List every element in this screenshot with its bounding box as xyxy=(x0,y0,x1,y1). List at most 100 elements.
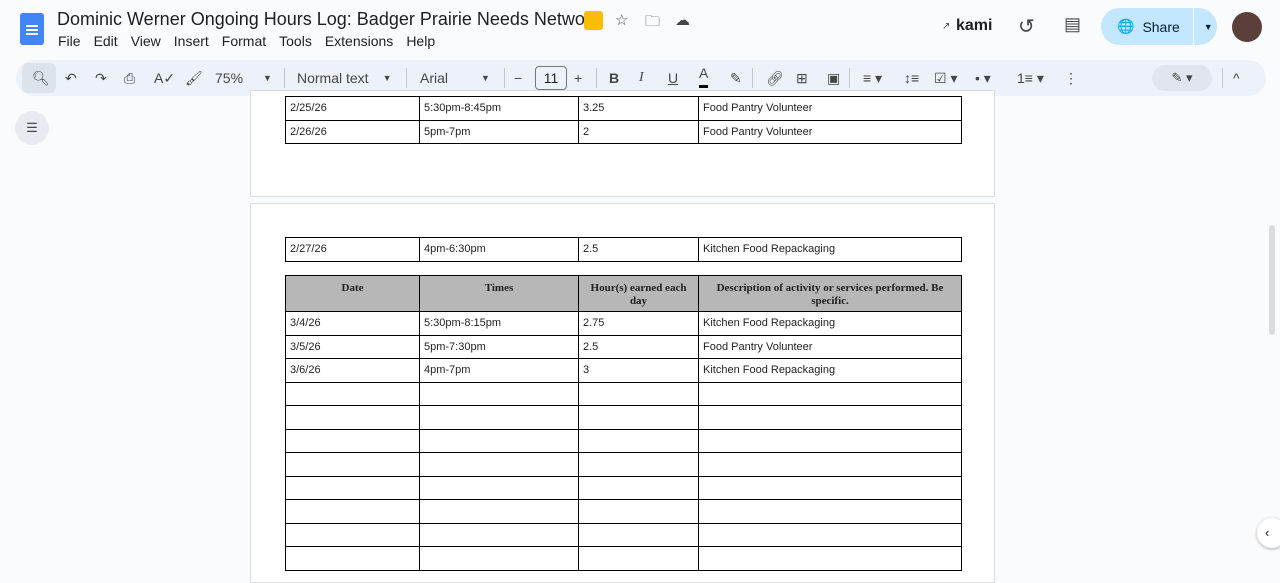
menu-tools[interactable]: Tools xyxy=(279,33,312,49)
table-cell[interactable] xyxy=(578,546,699,571)
table-cell[interactable] xyxy=(578,452,699,477)
table-cell[interactable] xyxy=(578,381,699,406)
table-cell[interactable] xyxy=(285,499,420,524)
collapse-toolbar-icon[interactable]: ^ xyxy=(1233,60,1240,96)
redo-icon[interactable]: ↷ xyxy=(95,60,107,96)
table-cell[interactable] xyxy=(698,405,962,430)
table-cell[interactable]: 5:30pm-8:45pm xyxy=(419,96,579,121)
table-cell[interactable] xyxy=(419,452,579,477)
table-cell[interactable]: 3/6/26 xyxy=(285,358,420,383)
side-panel-toggle[interactable]: ‹ xyxy=(1257,518,1280,548)
table-cell[interactable]: 4pm-6:30pm xyxy=(419,237,579,262)
print-icon[interactable]: ⎙ xyxy=(124,60,135,96)
table-cell[interactable]: 3/4/26 xyxy=(285,311,420,336)
table-row xyxy=(285,522,962,547)
account-avatar[interactable] xyxy=(1232,12,1262,42)
star-icon[interactable]: ☆ xyxy=(615,11,628,29)
table-cell[interactable] xyxy=(578,499,699,524)
table-cell[interactable] xyxy=(578,475,699,500)
table-cell[interactable] xyxy=(578,405,699,430)
table-cell[interactable]: 3 xyxy=(578,358,699,383)
table-cell[interactable] xyxy=(419,546,579,571)
docs-logo[interactable] xyxy=(20,13,44,45)
document-title[interactable]: Dominic Werner Ongoing Hours Log: Badger… xyxy=(57,9,600,30)
table-cell[interactable] xyxy=(285,381,420,406)
table-cell[interactable]: 2/25/26 xyxy=(285,96,420,121)
spellcheck-icon[interactable]: A✓ xyxy=(154,60,175,96)
table-cell[interactable] xyxy=(698,428,962,453)
numbered-list-icon[interactable]: 1≡ ▾ xyxy=(1017,60,1044,96)
external-link-icon: ↗ xyxy=(942,21,951,32)
table-cell[interactable] xyxy=(419,381,579,406)
version-history-icon[interactable]: ↺ xyxy=(1018,14,1035,39)
table-cell[interactable] xyxy=(285,428,420,453)
table-cell[interactable]: 5pm-7pm xyxy=(419,119,579,144)
menu-extensions[interactable]: Extensions xyxy=(325,33,393,49)
hours-log-table: Date Times Hour(s) earned each day Descript… xyxy=(285,275,962,571)
menu-help[interactable]: Help xyxy=(406,33,435,49)
search-menus-icon[interactable]: 🔍︎ xyxy=(32,60,50,96)
hours-table-page1: 2/25/26 5:30pm-8:45pm 3.25 Food Pantry Volu… xyxy=(285,96,962,144)
table-cell[interactable] xyxy=(285,522,420,547)
table-cell[interactable]: 2/26/26 xyxy=(285,119,420,144)
table-cell[interactable] xyxy=(698,546,962,571)
menu-insert[interactable]: Insert xyxy=(174,33,209,49)
table-cell[interactable]: Kitchen Food Repackaging xyxy=(698,237,962,262)
table-cell[interactable]: Kitchen Food Repackaging xyxy=(698,358,962,383)
cloud-status-icon[interactable]: ☁ xyxy=(675,11,690,29)
table-cell[interactable] xyxy=(578,428,699,453)
outline-button[interactable]: ☰ xyxy=(15,111,49,145)
table-cell[interactable] xyxy=(419,499,579,524)
table-cell[interactable]: Food Pantry Volunteer xyxy=(698,334,962,359)
table-cell[interactable] xyxy=(419,475,579,500)
table-cell[interactable]: 4pm-7pm xyxy=(419,358,579,383)
move-folder-icon[interactable]: 🗀 xyxy=(645,11,660,36)
comments-icon[interactable]: ▤ xyxy=(1064,14,1081,35)
more-options-icon[interactable]: ⋮ xyxy=(1064,60,1078,96)
table-cell[interactable] xyxy=(419,428,579,453)
table-cell[interactable] xyxy=(578,522,699,547)
table-cell[interactable] xyxy=(698,452,962,477)
undo-icon[interactable]: ↶ xyxy=(65,60,77,96)
paint-format-icon[interactable]: 🖌 xyxy=(185,60,203,96)
table-cell[interactable]: 3.25 xyxy=(578,96,699,121)
table-cell[interactable]: 2.5 xyxy=(578,334,699,359)
table-row: 3/5/26 5pm-7:30pm 2.5 Food Pantry Volunteer xyxy=(285,334,962,359)
table-cell[interactable] xyxy=(285,475,420,500)
text-color-icon[interactable]: A xyxy=(699,60,709,88)
table-cell[interactable] xyxy=(285,546,420,571)
editing-mode-button[interactable]: ✎ ▾ xyxy=(1152,65,1212,91)
table-cell[interactable] xyxy=(419,522,579,547)
table-row: 2/27/26 4pm-6:30pm 2.5 Kitchen Food Repacka… xyxy=(285,237,962,262)
kami-extension-icon[interactable] xyxy=(584,11,603,30)
share-dropdown-icon[interactable]: ▼ xyxy=(1204,22,1213,32)
table-cell[interactable]: 5pm-7:30pm xyxy=(419,334,579,359)
table-cell[interactable]: Kitchen Food Repackaging xyxy=(698,311,962,336)
table-cell[interactable]: 2/27/26 xyxy=(285,237,420,262)
share-button[interactable]: 🌐 Share ▼ xyxy=(1101,8,1217,45)
table-cell[interactable] xyxy=(698,522,962,547)
table-cell[interactable] xyxy=(698,475,962,500)
table-cell[interactable] xyxy=(698,499,962,524)
font-size-input[interactable]: 11 xyxy=(535,66,567,90)
table-cell[interactable]: 3/5/26 xyxy=(285,334,420,359)
table-cell[interactable]: Food Pantry Volunteer xyxy=(698,119,962,144)
table-cell[interactable]: 5:30pm-8:15pm xyxy=(419,311,579,336)
table-row xyxy=(285,499,962,524)
table-cell[interactable] xyxy=(285,452,420,477)
table-cell[interactable]: 2.5 xyxy=(578,237,699,262)
kami-button[interactable]: kami xyxy=(956,17,992,35)
menu-file[interactable]: File xyxy=(58,33,81,49)
table-cell[interactable]: 2 xyxy=(578,119,699,144)
scrollbar[interactable] xyxy=(1269,225,1275,335)
table-cell[interactable]: 2.75 xyxy=(578,311,699,336)
table-cell[interactable] xyxy=(285,405,420,430)
table-row xyxy=(285,475,962,500)
menu-format[interactable]: Format xyxy=(222,33,266,49)
menu-bar: File Edit View Insert Format Tools Extensions H… xyxy=(58,33,448,49)
menu-edit[interactable]: Edit xyxy=(94,33,118,49)
table-cell[interactable] xyxy=(419,405,579,430)
menu-view[interactable]: View xyxy=(131,33,161,49)
table-cell[interactable]: Food Pantry Volunteer xyxy=(698,96,962,121)
table-cell[interactable] xyxy=(698,381,962,406)
